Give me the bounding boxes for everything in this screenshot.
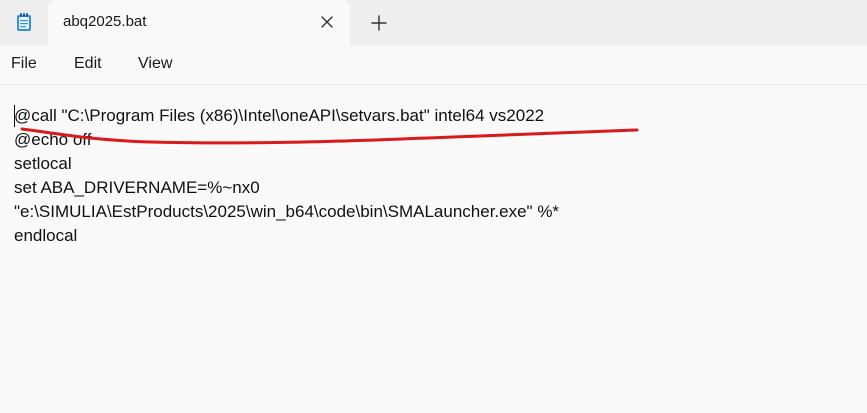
code-line-6: endlocal (14, 226, 78, 245)
text-editor[interactable]: @call "C:\Program Files (x86)\Intel\oneA… (0, 85, 867, 413)
menu-bar: File Edit View (0, 46, 867, 85)
tab-abq2025[interactable]: abq2025.bat (48, 0, 350, 46)
code-line-5: "e:\SIMULIA\EstProducts\2025\win_b64\cod… (14, 202, 560, 221)
tab-title: abq2025.bat (63, 13, 147, 30)
menu-view[interactable]: View (138, 55, 172, 73)
plus-icon[interactable] (370, 14, 388, 32)
code-line-4: set ABA_DRIVERNAME=%~nx0 (14, 178, 260, 197)
menu-file[interactable]: File (11, 55, 37, 73)
notepad-window: abq2025.bat File Edit View @call "C:\Pro… (0, 0, 867, 413)
close-icon[interactable] (318, 13, 336, 31)
tab-strip: abq2025.bat (0, 0, 867, 46)
menu-edit[interactable]: Edit (74, 55, 102, 73)
code-line-2: @echo off (14, 130, 92, 149)
code-line-3: setlocal (14, 154, 72, 173)
code-line-1: @call "C:\Program Files (x86)\Intel\oneA… (14, 106, 545, 125)
notepad-icon (17, 13, 31, 31)
